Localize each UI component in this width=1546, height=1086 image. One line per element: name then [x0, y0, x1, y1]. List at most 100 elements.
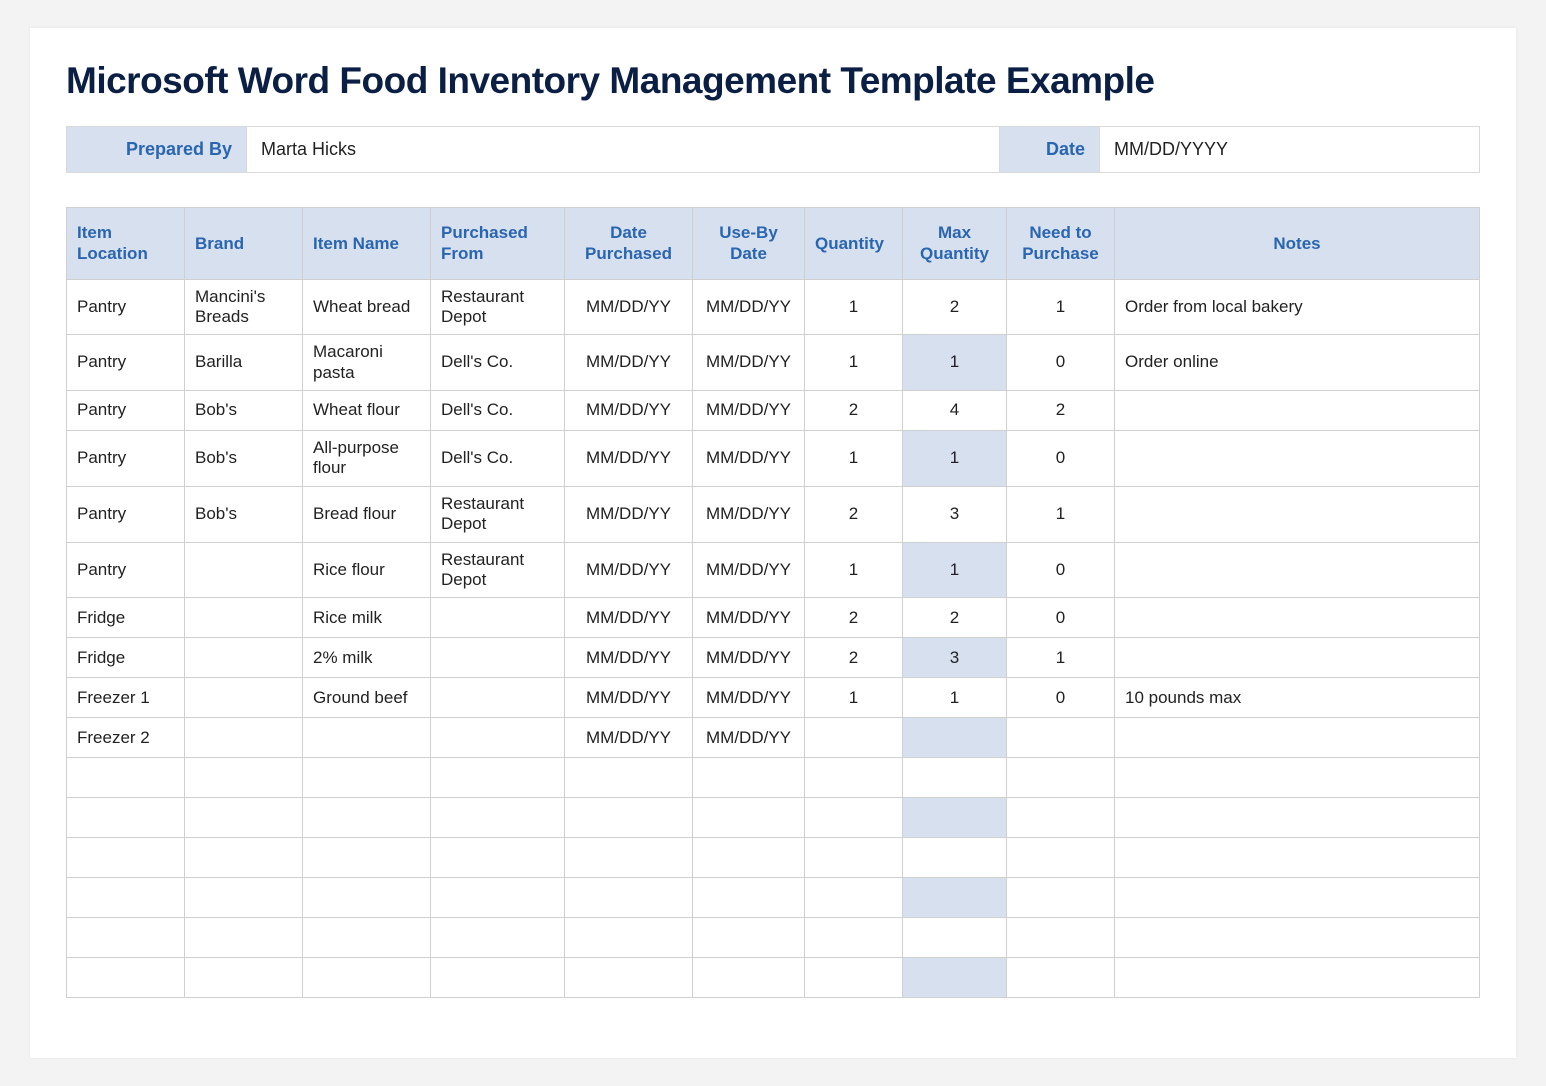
- cell-quantity[interactable]: 2: [805, 598, 903, 638]
- cell-max[interactable]: 1: [903, 542, 1007, 598]
- cell-notes[interactable]: [1115, 878, 1480, 918]
- cell-use-by[interactable]: MM/DD/YY: [693, 542, 805, 598]
- cell-vendor[interactable]: Dell's Co.: [431, 431, 565, 487]
- cell-use-by[interactable]: MM/DD/YY: [693, 279, 805, 335]
- cell-max[interactable]: [903, 718, 1007, 758]
- cell-location[interactable]: [67, 958, 185, 998]
- cell-date-purchased[interactable]: MM/DD/YY: [565, 598, 693, 638]
- cell-max[interactable]: 3: [903, 638, 1007, 678]
- cell-brand[interactable]: [185, 798, 303, 838]
- cell-location[interactable]: [67, 758, 185, 798]
- cell-location[interactable]: Freezer 2: [67, 718, 185, 758]
- cell-date-purchased[interactable]: [565, 918, 693, 958]
- cell-item[interactable]: Macaroni pasta: [303, 335, 431, 391]
- cell-max[interactable]: 2: [903, 279, 1007, 335]
- cell-vendor[interactable]: [431, 798, 565, 838]
- cell-vendor[interactable]: [431, 878, 565, 918]
- cell-vendor[interactable]: Restaurant Depot: [431, 486, 565, 542]
- cell-brand[interactable]: Bob's: [185, 431, 303, 487]
- cell-notes[interactable]: [1115, 431, 1480, 487]
- cell-item[interactable]: All-purpose flour: [303, 431, 431, 487]
- cell-need[interactable]: [1007, 758, 1115, 798]
- cell-quantity[interactable]: 1: [805, 335, 903, 391]
- cell-need[interactable]: 0: [1007, 598, 1115, 638]
- cell-notes[interactable]: [1115, 918, 1480, 958]
- cell-notes[interactable]: Order from local bakery: [1115, 279, 1480, 335]
- cell-location[interactable]: Fridge: [67, 638, 185, 678]
- cell-need[interactable]: [1007, 918, 1115, 958]
- cell-date-purchased[interactable]: [565, 838, 693, 878]
- cell-need[interactable]: [1007, 718, 1115, 758]
- cell-quantity[interactable]: [805, 798, 903, 838]
- cell-use-by[interactable]: MM/DD/YY: [693, 678, 805, 718]
- cell-need[interactable]: 1: [1007, 279, 1115, 335]
- cell-max[interactable]: [903, 838, 1007, 878]
- cell-item[interactable]: [303, 838, 431, 878]
- cell-need[interactable]: [1007, 958, 1115, 998]
- cell-date-purchased[interactable]: MM/DD/YY: [565, 431, 693, 487]
- cell-vendor[interactable]: [431, 638, 565, 678]
- cell-quantity[interactable]: 2: [805, 486, 903, 542]
- cell-use-by[interactable]: MM/DD/YY: [693, 431, 805, 487]
- cell-date-purchased[interactable]: MM/DD/YY: [565, 638, 693, 678]
- cell-item[interactable]: Rice flour: [303, 542, 431, 598]
- cell-date-purchased[interactable]: MM/DD/YY: [565, 335, 693, 391]
- cell-brand[interactable]: [185, 638, 303, 678]
- cell-brand[interactable]: Mancini's Breads: [185, 279, 303, 335]
- cell-vendor[interactable]: [431, 678, 565, 718]
- cell-notes[interactable]: [1115, 718, 1480, 758]
- cell-notes[interactable]: [1115, 798, 1480, 838]
- cell-date-purchased[interactable]: MM/DD/YY: [565, 391, 693, 431]
- cell-quantity[interactable]: 1: [805, 431, 903, 487]
- cell-use-by[interactable]: MM/DD/YY: [693, 598, 805, 638]
- cell-max[interactable]: [903, 918, 1007, 958]
- cell-item[interactable]: Wheat flour: [303, 391, 431, 431]
- cell-need[interactable]: 2: [1007, 391, 1115, 431]
- cell-need[interactable]: [1007, 798, 1115, 838]
- cell-use-by[interactable]: MM/DD/YY: [693, 638, 805, 678]
- cell-use-by[interactable]: MM/DD/YY: [693, 335, 805, 391]
- cell-quantity[interactable]: [805, 958, 903, 998]
- cell-notes[interactable]: Order online: [1115, 335, 1480, 391]
- cell-date-purchased[interactable]: [565, 958, 693, 998]
- cell-need[interactable]: [1007, 838, 1115, 878]
- cell-location[interactable]: Pantry: [67, 335, 185, 391]
- cell-location[interactable]: [67, 798, 185, 838]
- date-value[interactable]: MM/DD/YYYY: [1100, 127, 1480, 173]
- cell-use-by[interactable]: [693, 958, 805, 998]
- cell-notes[interactable]: [1115, 638, 1480, 678]
- cell-brand[interactable]: Barilla: [185, 335, 303, 391]
- cell-item[interactable]: Bread flour: [303, 486, 431, 542]
- cell-max[interactable]: 4: [903, 391, 1007, 431]
- cell-max[interactable]: 2: [903, 598, 1007, 638]
- cell-location[interactable]: Pantry: [67, 279, 185, 335]
- cell-brand[interactable]: [185, 718, 303, 758]
- cell-quantity[interactable]: 1: [805, 279, 903, 335]
- cell-item[interactable]: [303, 878, 431, 918]
- cell-date-purchased[interactable]: MM/DD/YY: [565, 542, 693, 598]
- cell-location[interactable]: Freezer 1: [67, 678, 185, 718]
- cell-max[interactable]: 1: [903, 678, 1007, 718]
- cell-need[interactable]: 0: [1007, 431, 1115, 487]
- cell-date-purchased[interactable]: [565, 798, 693, 838]
- cell-item[interactable]: Rice milk: [303, 598, 431, 638]
- cell-use-by[interactable]: [693, 758, 805, 798]
- cell-max[interactable]: 1: [903, 431, 1007, 487]
- cell-use-by[interactable]: [693, 918, 805, 958]
- cell-item[interactable]: [303, 758, 431, 798]
- cell-max[interactable]: [903, 958, 1007, 998]
- cell-location[interactable]: Pantry: [67, 486, 185, 542]
- cell-location[interactable]: Pantry: [67, 431, 185, 487]
- cell-use-by[interactable]: MM/DD/YY: [693, 718, 805, 758]
- cell-notes[interactable]: [1115, 486, 1480, 542]
- cell-quantity[interactable]: 1: [805, 678, 903, 718]
- cell-brand[interactable]: [185, 598, 303, 638]
- cell-max[interactable]: [903, 758, 1007, 798]
- cell-item[interactable]: [303, 718, 431, 758]
- cell-quantity[interactable]: [805, 838, 903, 878]
- cell-need[interactable]: 0: [1007, 678, 1115, 718]
- prepared-by-value[interactable]: Marta Hicks: [247, 127, 1000, 173]
- cell-item[interactable]: Ground beef: [303, 678, 431, 718]
- cell-need[interactable]: [1007, 878, 1115, 918]
- cell-brand[interactable]: [185, 958, 303, 998]
